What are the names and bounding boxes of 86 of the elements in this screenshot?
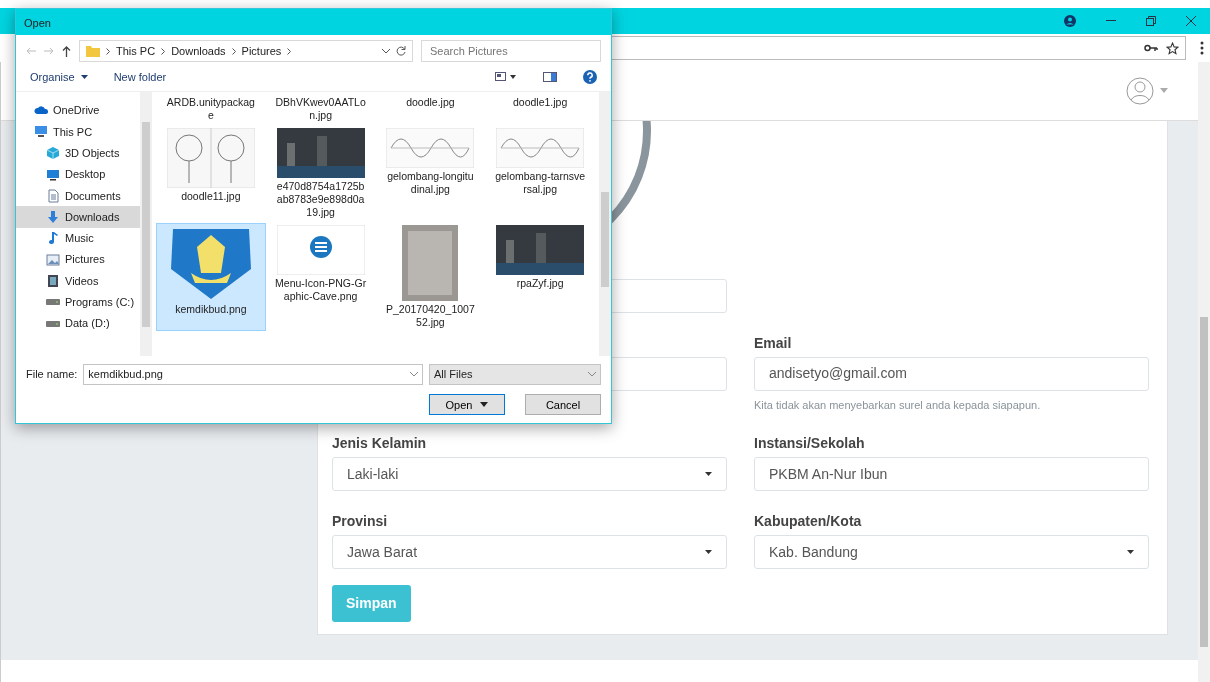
breadcrumb-item[interactable]: This PC [116,42,156,60]
file-item[interactable]: doodle1.jpg [485,94,595,124]
file-type-dropdown[interactable]: All Files [429,363,601,385]
nav-item[interactable]: Data (D:) [16,312,140,335]
open-button[interactable]: Open [429,394,505,416]
breadcrumb-bar[interactable]: This PC Downloads Pictures [79,40,413,62]
caret-icon [1127,550,1134,555]
minimize-icon[interactable] [1106,20,1116,22]
caret-icon[interactable] [80,75,88,79]
computer-icon [34,124,48,139]
breadcrumb-item[interactable]: Pictures [241,42,282,60]
input-field[interactable]: andisetyo@gmail.com [754,356,1149,391]
breadcrumb-item[interactable]: Downloads [171,42,226,60]
download-icon [46,210,60,225]
menu-icon[interactable] [1200,41,1204,55]
file-item[interactable]: ARDB.unitypackage [156,94,266,124]
chevron-down-icon[interactable] [382,48,390,54]
nav-item[interactable]: This PC [16,121,140,143]
search-field[interactable]: Search Pictures [421,40,601,62]
file-item[interactable]: doodle11.jpg [156,126,266,221]
nav-item[interactable]: Pictures [16,249,140,271]
chevron-down-icon [410,371,418,377]
chevron-right-icon [231,47,236,55]
chevron-right-icon [287,47,292,55]
nav-item[interactable]: Desktop [16,163,140,186]
dropdown[interactable]: Jawa Barat [332,535,727,570]
picture-icon [46,252,60,267]
key-icon[interactable] [1144,44,1158,52]
menu-icon [276,225,365,275]
nav-item[interactable]: 3D Objects [16,142,140,164]
nav-item[interactable]: Downloads [16,206,140,228]
profile-icon[interactable] [1064,15,1076,27]
help-text: Kita tidak akan menyebarkan surel anda kepada siapapun. [754,397,1042,413]
cancel-button[interactable]: Cancel [525,394,601,416]
file-name-field[interactable]: kemdikbud.png [83,363,423,385]
chevron-right-icon [161,47,166,55]
field-label: Jenis Kelamin [332,434,428,451]
file-item[interactable]: DBhVKwev0AATLon.jpg [265,94,376,124]
input-field[interactable]: PKBM An-Nur Ibun [754,457,1149,492]
file-item[interactable]: e470d8754a1725bab8783e9e898d0a19.jpg [265,126,376,221]
help-icon[interactable] [583,70,597,84]
star-icon[interactable] [1166,41,1179,55]
file-item[interactable]: doodle.jpg [375,94,486,124]
file-item[interactable]: P_20170420_100752.jpg [375,223,486,331]
file-item[interactable]: rpaZyf.jpg [485,223,595,331]
file-list-scrollbar[interactable] [599,92,611,356]
field-label: Instansi/Sekolah [754,434,866,451]
preview-pane-icon[interactable] [543,72,557,82]
file-item[interactable]: gelombang-longitudinal.jpg [375,126,486,221]
nav-item[interactable]: OneDrive [16,100,140,122]
up-arrow-icon[interactable] [62,45,71,57]
music-icon [46,231,60,246]
chevron-right-icon [106,47,110,55]
field-label: Kabupaten/Kota [754,512,863,529]
drive-icon [46,299,60,306]
nav-item[interactable]: Videos [16,270,140,292]
page-scrollbar[interactable] [1198,62,1210,682]
dropdown[interactable]: Kab. Bandung [754,535,1149,570]
field-label: Provinsi [332,512,389,529]
cube-icon [46,146,60,161]
nav-item[interactable]: Documents [16,185,140,207]
caret-icon [480,402,489,408]
nav-item[interactable]: Music [16,227,140,250]
caret-icon [705,550,712,555]
video-icon [46,274,60,288]
restore-icon[interactable] [1146,16,1156,26]
chevron-down-icon [588,371,596,377]
file-item[interactable]: Menu-Icon-PNG-Graphic-Cave.png [265,223,376,331]
dropdown[interactable]: Laki-laki [332,457,727,492]
field-label: Email [754,333,793,350]
nav-pane-scrollbar[interactable] [140,92,152,356]
view-options-icon[interactable] [495,72,517,82]
file-item[interactable]: gelombang-tarnsversal.jpg [485,126,595,221]
document-icon [46,188,60,203]
file-item[interactable]: kemdikbud.png [156,223,266,331]
dialog-title: Open [16,9,611,35]
caret-icon [705,472,712,477]
file-name-label: File name: [26,367,78,382]
folder-icon [86,45,100,57]
toolbar-button[interactable]: New folder [113,68,167,86]
drive-icon [46,320,60,327]
desktop-icon [46,167,60,182]
close-icon[interactable] [1186,16,1196,26]
nav-item[interactable]: Programs (C:) [16,291,140,313]
refresh-icon[interactable] [396,46,406,56]
toolbar-button[interactable]: Organise [30,68,75,86]
